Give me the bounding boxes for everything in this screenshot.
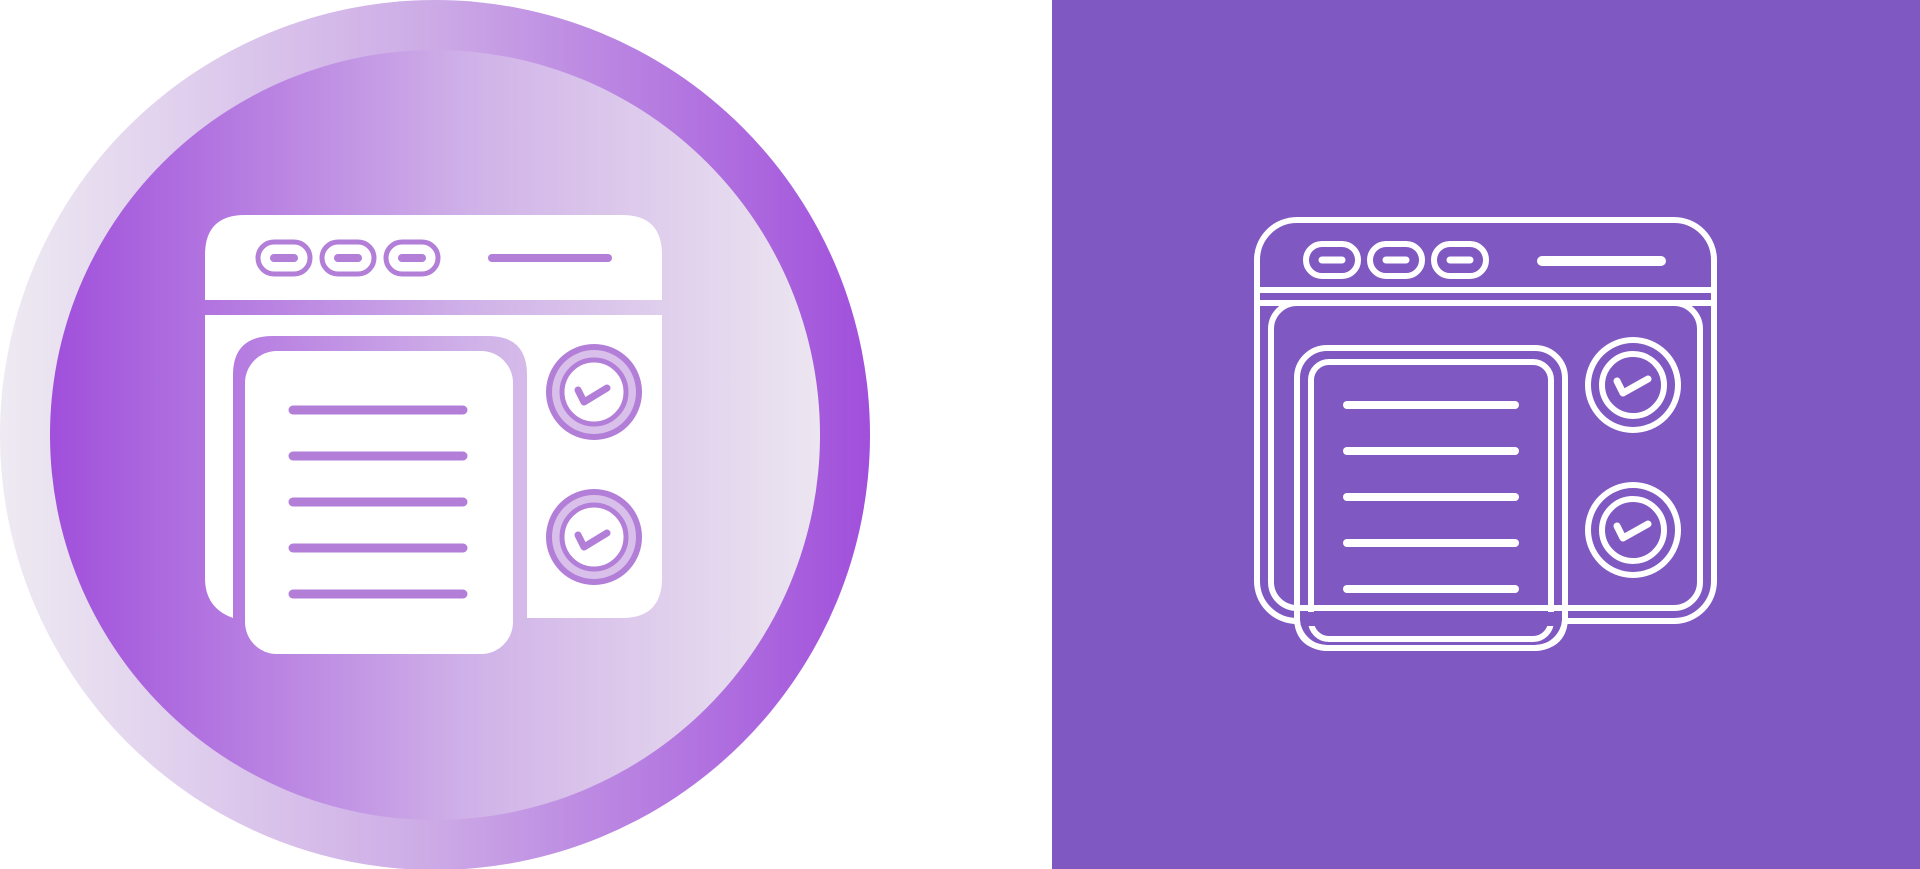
web-checklist-glyph-icon	[0, 0, 870, 869]
window-controls	[1303, 241, 1489, 279]
document-lines	[1343, 401, 1519, 593]
left-icon-panel	[0, 0, 1052, 869]
checkmark-icon	[1613, 375, 1652, 397]
check-badge-2	[1585, 482, 1681, 578]
web-checklist-line-icon	[1254, 217, 1717, 651]
check-badge-1	[546, 344, 642, 440]
check-badge-1	[1585, 337, 1681, 433]
check-badge-2	[546, 489, 642, 585]
checkmark-icon	[1613, 520, 1652, 542]
right-icon-panel	[1052, 0, 1920, 869]
